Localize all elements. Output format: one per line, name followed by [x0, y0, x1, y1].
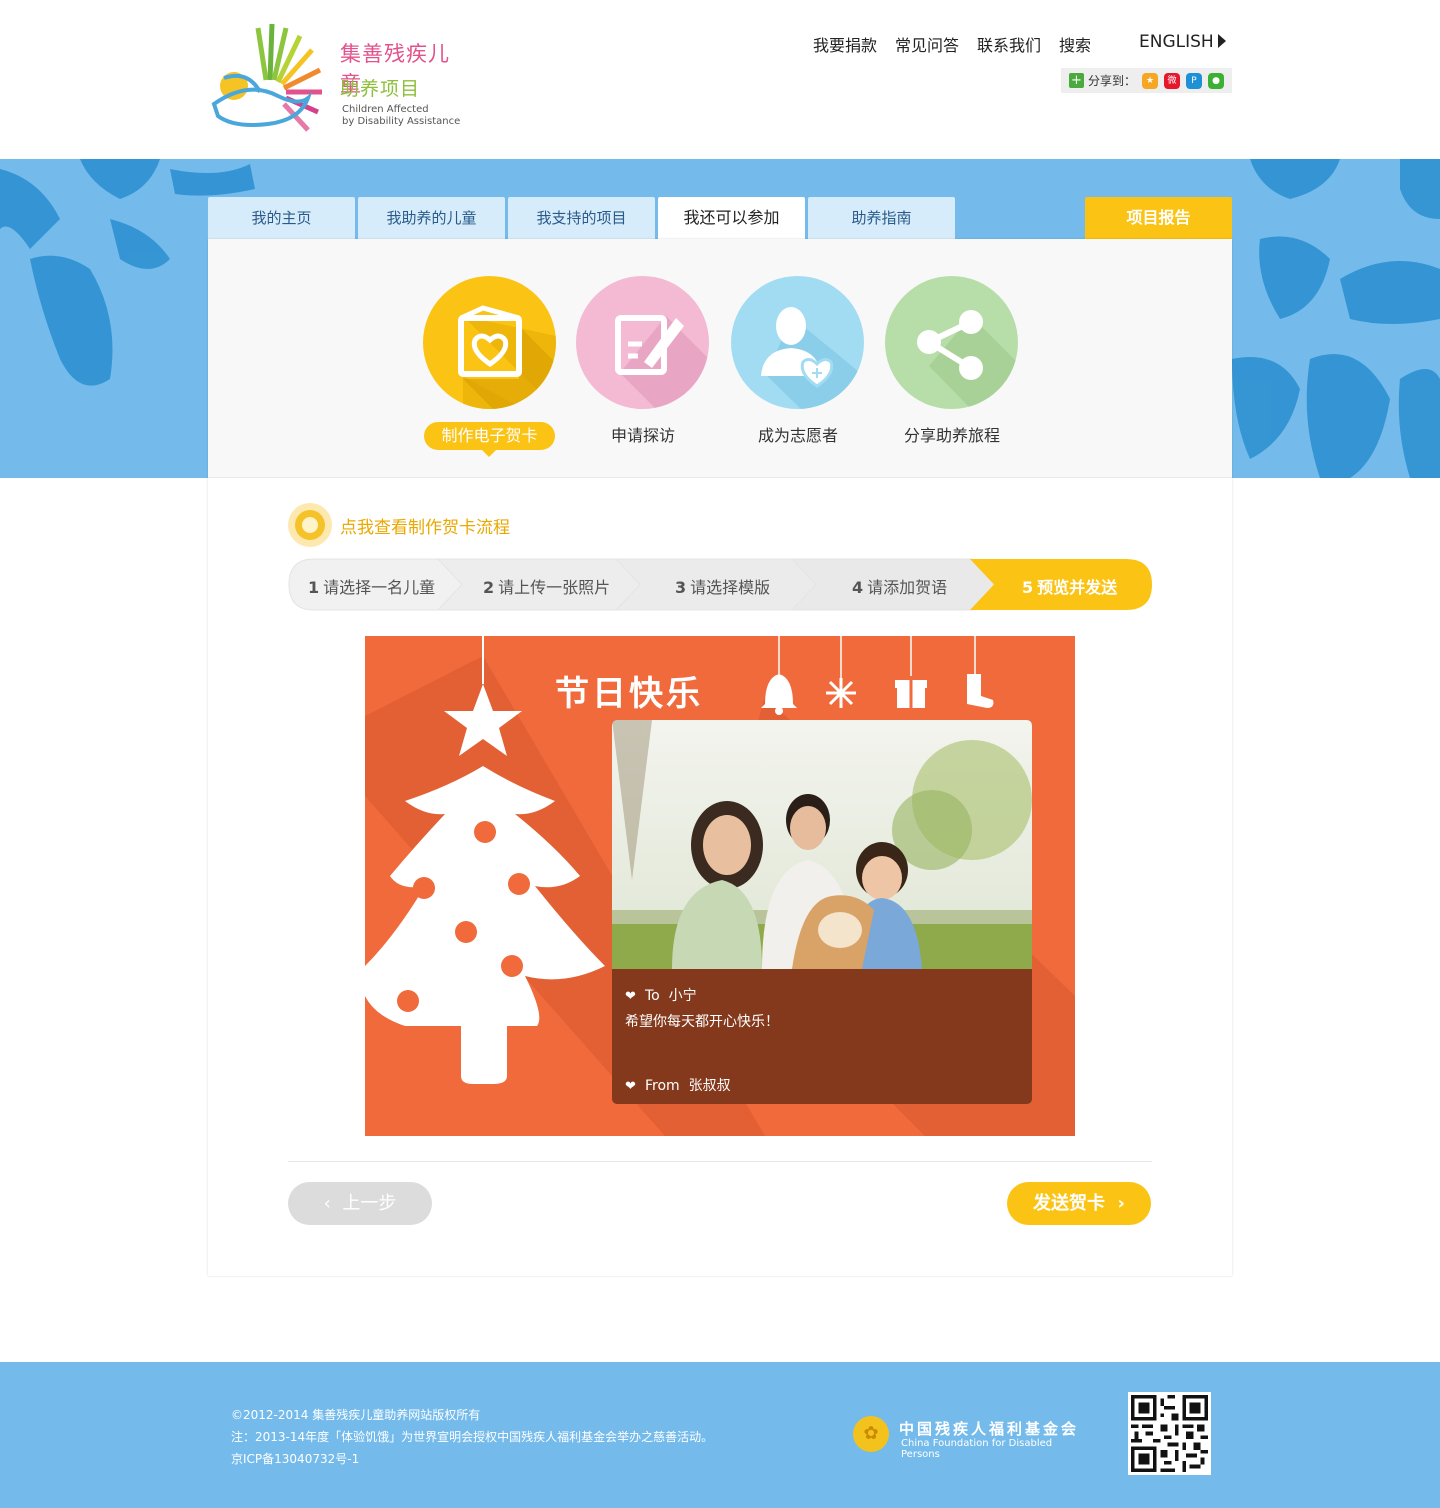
qzone-icon[interactable]: ★	[1142, 72, 1159, 89]
foundation-name-en: China Foundation for Disabled Persons	[901, 1438, 1053, 1460]
action-apply-visit[interactable]	[576, 276, 709, 409]
foundation-emblem-icon: ✿	[853, 1416, 889, 1452]
action-share-journey[interactable]	[885, 276, 1018, 409]
step-2-num: 2	[483, 578, 495, 597]
family-photo	[612, 720, 1032, 969]
tab-my-home[interactable]: 我的主页	[208, 197, 355, 239]
step-1-label: 请选择一名儿童	[323, 578, 436, 597]
family-photo-image	[612, 720, 1032, 969]
prev-step-button[interactable]: ‹ 上一步	[288, 1182, 432, 1225]
action-label-share[interactable]: 分享助养旅程	[872, 422, 1032, 446]
heart-icon: ❤	[625, 1079, 636, 1094]
tab-guide[interactable]: 助养指南	[808, 197, 955, 239]
card-title: 节日快乐	[555, 674, 703, 714]
english-link[interactable]: ENGLISH	[1139, 32, 1226, 52]
icp-number[interactable]: 京ICP备13040732号-1	[231, 1448, 713, 1470]
logo-subtitle-line2: by Disability Assistance	[342, 116, 461, 127]
step-3: 3 请选择模版	[675, 574, 770, 598]
share-icon	[917, 310, 1018, 409]
nav-donate[interactable]: 我要捐款	[813, 32, 877, 56]
pointer-notch-icon	[482, 450, 496, 457]
tab-my-children[interactable]: 我助养的儿童	[358, 197, 505, 239]
top-nav: 我要捐款 常见问答 联系我们 搜索	[813, 32, 1109, 56]
qr-code-icon	[1128, 1392, 1211, 1475]
greeting-card-icon	[458, 305, 556, 409]
weibo-icon[interactable]: 微	[1164, 72, 1181, 89]
card-from-name: 张叔叔	[688, 1078, 731, 1094]
footer: ©2012-2014 集善残疾儿童助养网站版权所有 注：2013-14年度「体验…	[0, 1362, 1440, 1508]
main-panel: 制作电子贺卡 申请探访 成为志愿者 分享助养旅程 点我查看制作贺卡流程 1 请选…	[208, 239, 1232, 1276]
tab-my-projects[interactable]: 我支持的项目	[508, 197, 655, 239]
english-label: ENGLISH	[1139, 32, 1214, 52]
chevron-left-icon: ‹	[323, 1193, 343, 1214]
qr-code-image	[1131, 1395, 1208, 1472]
share-label: 分享到：	[1088, 74, 1137, 88]
edit-form-icon	[615, 315, 709, 409]
step-5: 5 预览并发送	[1022, 574, 1117, 598]
card-photo-frame: ❤ To 小宁 希望你每天都开心快乐！ ❤ From 张叔叔	[612, 720, 1032, 1104]
step-5-num: 5	[1022, 578, 1034, 597]
tab-project-report[interactable]: 项目报告	[1085, 197, 1232, 239]
step-2-label: 请上传一张照片	[498, 578, 611, 597]
nav-contact[interactable]: 联系我们	[977, 32, 1041, 56]
action-label-greeting[interactable]: 制作电子贺卡	[424, 422, 555, 457]
card-to-prefix: To	[645, 988, 660, 1004]
send-card-button[interactable]: 发送贺卡 ›	[1007, 1182, 1151, 1225]
site-logo[interactable]: 集善残疾儿童 助养项目 Children Affected by Disabil…	[208, 20, 468, 140]
card-from-line: ❤ From 张叔叔	[625, 1075, 731, 1095]
heart-icon: ❤	[625, 989, 636, 1004]
share-bar: + 分享到： ★ 微 P ●	[1061, 68, 1232, 93]
action-label-volunteer[interactable]: 成为志愿者	[718, 422, 878, 446]
step-1: 1 请选择一名儿童	[308, 574, 435, 598]
copyright: ©2012-2014 集善残疾儿童助养网站版权所有	[231, 1408, 481, 1422]
triangle-right-icon	[1217, 34, 1226, 48]
step-3-label: 请选择模版	[690, 578, 771, 597]
action-greeting-card[interactable]	[423, 276, 556, 409]
chevron-right-icon: ›	[1105, 1193, 1125, 1214]
divider	[288, 1161, 1152, 1162]
prev-step-label: 上一步	[342, 1193, 397, 1214]
flow-help-text: 点我查看制作贺卡流程	[340, 517, 510, 538]
logo-subtitle: Children Affected by Disability Assistan…	[342, 104, 460, 128]
logo-subtitle-line1: Children Affected	[342, 104, 429, 115]
target-dot-icon	[288, 503, 332, 547]
step-3-num: 3	[675, 578, 687, 597]
action-strip: 制作电子贺卡 申请探访 成为志愿者 分享助养旅程	[208, 239, 1232, 478]
page: 集善残疾儿童 助养项目 Children Affected by Disabil…	[0, 0, 1440, 1508]
step-4-num: 4	[852, 578, 864, 597]
tab-participate[interactable]: 我还可以参加	[658, 197, 805, 240]
card-from-prefix: From	[645, 1078, 680, 1094]
main-tabs: 我的主页 我助养的儿童 我支持的项目 我还可以参加 助养指南	[208, 197, 958, 240]
card-message: 希望你每天都开心快乐！	[625, 1014, 779, 1030]
action-volunteer[interactable]	[731, 276, 864, 409]
footer-note: 注：2013-14年度「体验饥饿」为世界宣明会授权中国残疾人福利基金会举办之慈善…	[231, 1430, 714, 1444]
step-1-num: 1	[308, 578, 320, 597]
send-card-label: 发送贺卡	[1033, 1193, 1106, 1214]
card-to-line: ❤ To 小宁	[625, 985, 697, 1005]
volunteer-icon	[761, 307, 864, 409]
wechat-icon[interactable]: ●	[1208, 72, 1225, 89]
tencent-icon[interactable]: P	[1186, 72, 1203, 89]
step-2: 2 请上传一张照片	[483, 574, 610, 598]
foundation-name-cn: 中国残疾人福利基金会	[899, 1420, 1080, 1438]
foundation-logo[interactable]: ✿ 中国残疾人福利基金会 China Foundation for Disabl…	[853, 1414, 1093, 1460]
card-to-name: 小宁	[668, 988, 697, 1004]
header: 集善残疾儿童 助养项目 Children Affected by Disabil…	[0, 0, 1440, 160]
action-label-greeting-text: 制作电子贺卡	[441, 426, 538, 445]
nav-faq[interactable]: 常见问答	[895, 32, 959, 56]
step-4-label: 请添加贺语	[867, 578, 948, 597]
logo-title-2: 助养项目	[340, 78, 421, 100]
dove-logo-icon	[211, 23, 322, 132]
greeting-card-preview: 节日快乐 ❤ To 小宁 希望你每天都开心快乐！ ❤ From 张叔叔	[365, 636, 1075, 1136]
footer-text: ©2012-2014 集善残疾儿童助养网站版权所有 注：2013-14年度「体验…	[231, 1404, 713, 1470]
step-progress: 1 请选择一名儿童 2 请上传一张照片 3 请选择模版 4 请添加贺语 5 预览并发送	[288, 558, 1152, 611]
flow-help-link[interactable]: 点我查看制作贺卡流程	[288, 503, 510, 547]
step-5-label: 预览并发送	[1037, 578, 1118, 597]
nav-search[interactable]: 搜索	[1059, 32, 1091, 56]
plus-icon[interactable]: +	[1069, 73, 1084, 88]
step-4: 4 请添加贺语	[852, 574, 947, 598]
action-label-visit[interactable]: 申请探访	[563, 422, 723, 446]
